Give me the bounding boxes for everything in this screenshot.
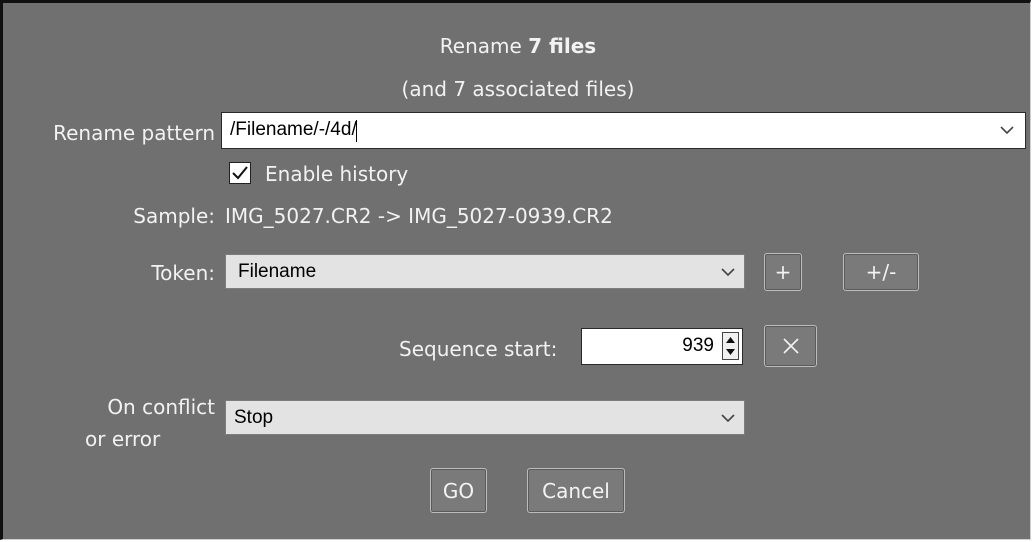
conflict-select[interactable]: Stop	[225, 400, 745, 435]
chevron-down-icon	[721, 414, 735, 423]
title-file-count: 7 files	[528, 34, 597, 58]
add-token-button[interactable]: +	[764, 253, 802, 291]
conflict-selected-value: Stop	[234, 407, 274, 428]
enable-history-checkbox[interactable]	[229, 162, 251, 184]
sequence-start-label: Sequence start:	[399, 337, 558, 361]
token-label: Token:	[151, 261, 215, 285]
sequence-start-value: 939	[682, 335, 714, 356]
token-select[interactable]: Filename	[225, 254, 745, 289]
conflict-label-line2: or error	[85, 427, 161, 451]
enable-history-label: Enable history	[265, 162, 409, 186]
conflict-label-line1: On conflict	[107, 395, 215, 419]
text-caret	[356, 120, 357, 142]
spinner-arrows-icon	[726, 337, 735, 355]
sequence-spinner[interactable]	[722, 332, 739, 360]
token-selected-value: Filename	[238, 261, 317, 282]
title-prefix: Rename	[439, 34, 522, 58]
rename-pattern-combobox[interactable]: /Filename/-/4d/	[221, 112, 1026, 149]
rename-pattern-label: Rename pattern	[53, 121, 215, 145]
cancel-label: Cancel	[542, 478, 610, 503]
rename-pattern-value: /Filename/-/4d/	[230, 119, 357, 140]
add-token-label: +	[774, 260, 792, 284]
toggle-token-label: +/-	[865, 260, 897, 284]
rename-dialog: Rename 7 files (and 7 associated files) …	[0, 0, 1031, 540]
dialog-subtitle: (and 7 associated files)	[401, 77, 635, 101]
sample-value: IMG_5027.CR2 -> IMG_5027-0939.CR2	[225, 204, 613, 228]
x-icon	[782, 338, 799, 354]
go-button[interactable]: GO	[430, 468, 487, 513]
checkmark-icon	[232, 166, 248, 180]
dialog-title: Rename 7 files	[3, 34, 1033, 58]
toggle-token-button[interactable]: +/-	[843, 253, 919, 291]
sequence-start-spinbox[interactable]: 939	[581, 328, 743, 365]
cancel-button[interactable]: Cancel	[527, 468, 625, 513]
sample-label: Sample:	[133, 204, 215, 228]
go-label: GO	[442, 478, 475, 503]
chevron-down-icon[interactable]	[999, 122, 1015, 138]
chevron-down-icon	[721, 268, 735, 277]
clear-sequence-button[interactable]	[764, 325, 817, 367]
